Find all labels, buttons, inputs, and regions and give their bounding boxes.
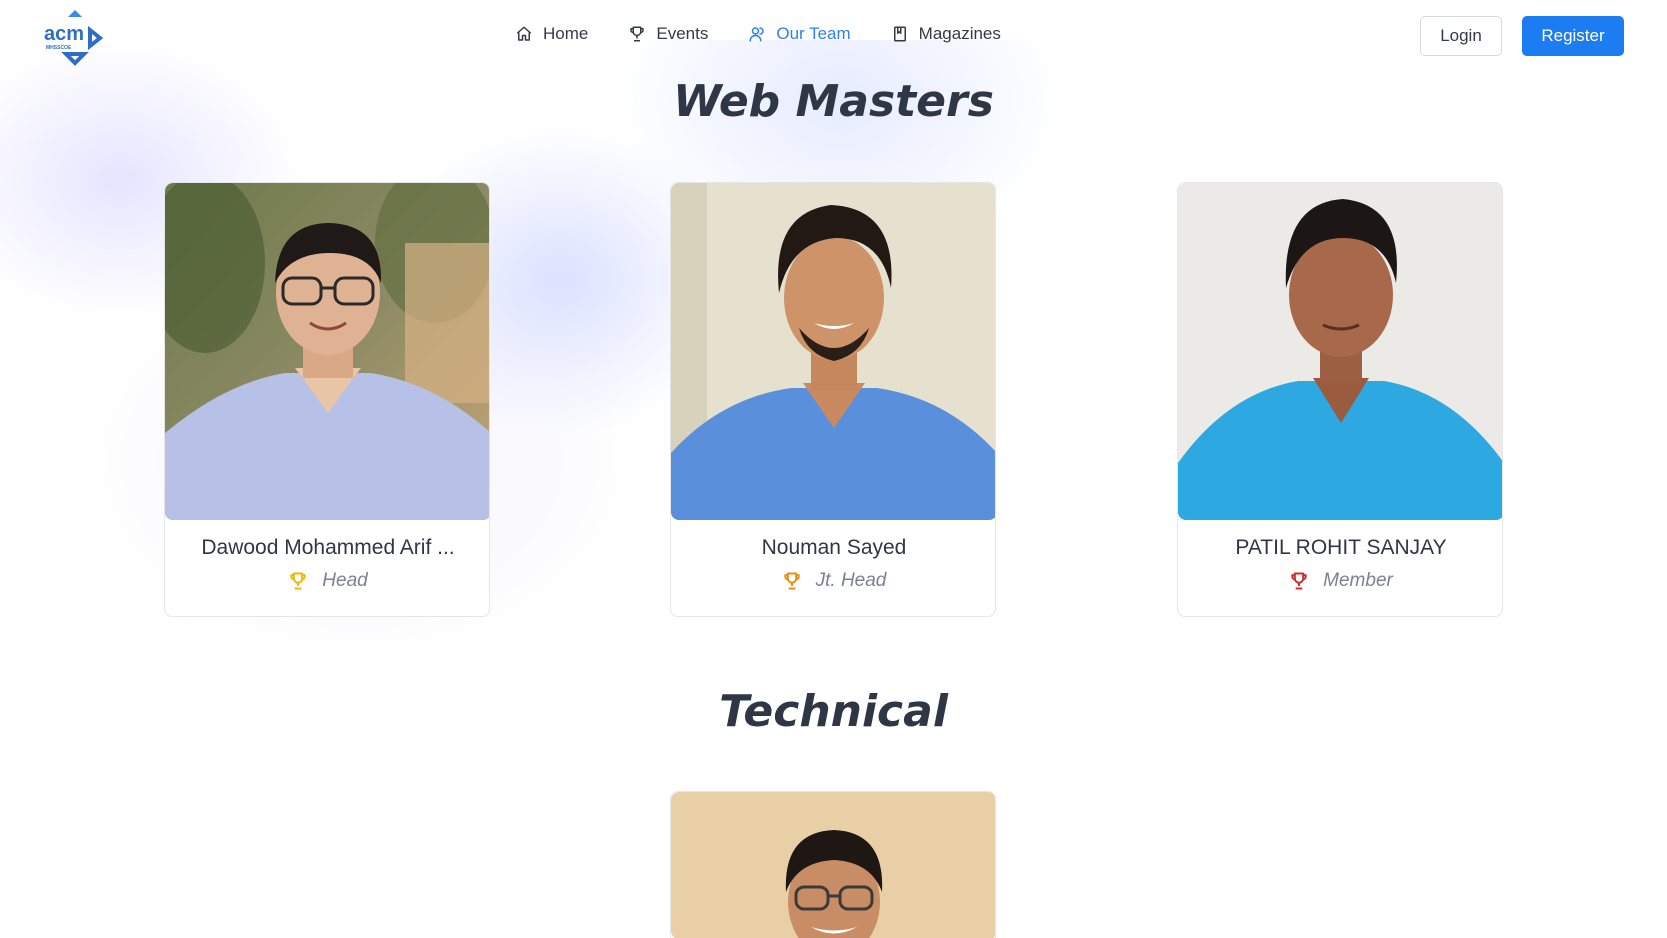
nav-events-label: Events: [656, 24, 709, 43]
member-photo: [165, 183, 489, 520]
nav-magazines[interactable]: Magazines: [891, 24, 1001, 44]
member-role-label: Member: [1323, 570, 1393, 591]
member-card[interactable]: [670, 791, 996, 938]
nav-home[interactable]: Home: [515, 24, 588, 44]
member-role-label: Head: [322, 570, 368, 591]
member-name: Dawood Mohammed Arif ...: [201, 536, 455, 559]
section-title-web-masters: Web Masters: [673, 76, 994, 127]
acm-logo[interactable]: acm MHSSCOE: [42, 8, 108, 66]
member-photo: [671, 792, 995, 938]
book-icon: [893, 26, 906, 42]
nav-events[interactable]: Events: [628, 24, 708, 44]
member-card[interactable]: PATIL ROHIT SANJAY Member: [1177, 182, 1503, 617]
member-card[interactable]: Dawood Mohammed Arif ... Head: [164, 182, 490, 617]
member-card[interactable]: Nouman Sayed Jt. Head: [670, 182, 996, 617]
member-role: Member: [1178, 570, 1502, 592]
login-button[interactable]: Login: [1420, 16, 1502, 56]
member-role: Head: [165, 570, 489, 592]
section-title-technical: Technical: [719, 686, 948, 737]
member-name: PATIL ROHIT SANJAY: [1235, 536, 1447, 559]
nav-home-label: Home: [543, 24, 589, 43]
trophy-icon: [290, 572, 306, 590]
member-role-label: Jt. Head: [815, 570, 887, 591]
member-role: Jt. Head: [671, 570, 995, 592]
trophy-icon: [1291, 572, 1307, 590]
nav-our-team[interactable]: Our Team: [748, 24, 851, 44]
member-photo: [671, 183, 995, 520]
trophy-icon: [630, 26, 645, 42]
nav-our-team-label: Our Team: [776, 24, 851, 43]
nav-magazines-label: Magazines: [918, 24, 1001, 43]
member-photo: [1178, 183, 1502, 520]
svg-text:acm: acm: [44, 23, 84, 45]
nav-links: Home Events Our Team Magazines: [515, 24, 1041, 44]
team-icon: [749, 27, 765, 42]
home-icon: [516, 26, 532, 41]
member-name: Nouman Sayed: [761, 536, 907, 559]
svg-text:MHSSCOE: MHSSCOE: [46, 45, 72, 51]
trophy-icon: [783, 572, 800, 590]
register-button[interactable]: Register: [1522, 16, 1624, 56]
top-navbar: acm MHSSCOE Home Events Our Team Magazin…: [0, 0, 1667, 76]
